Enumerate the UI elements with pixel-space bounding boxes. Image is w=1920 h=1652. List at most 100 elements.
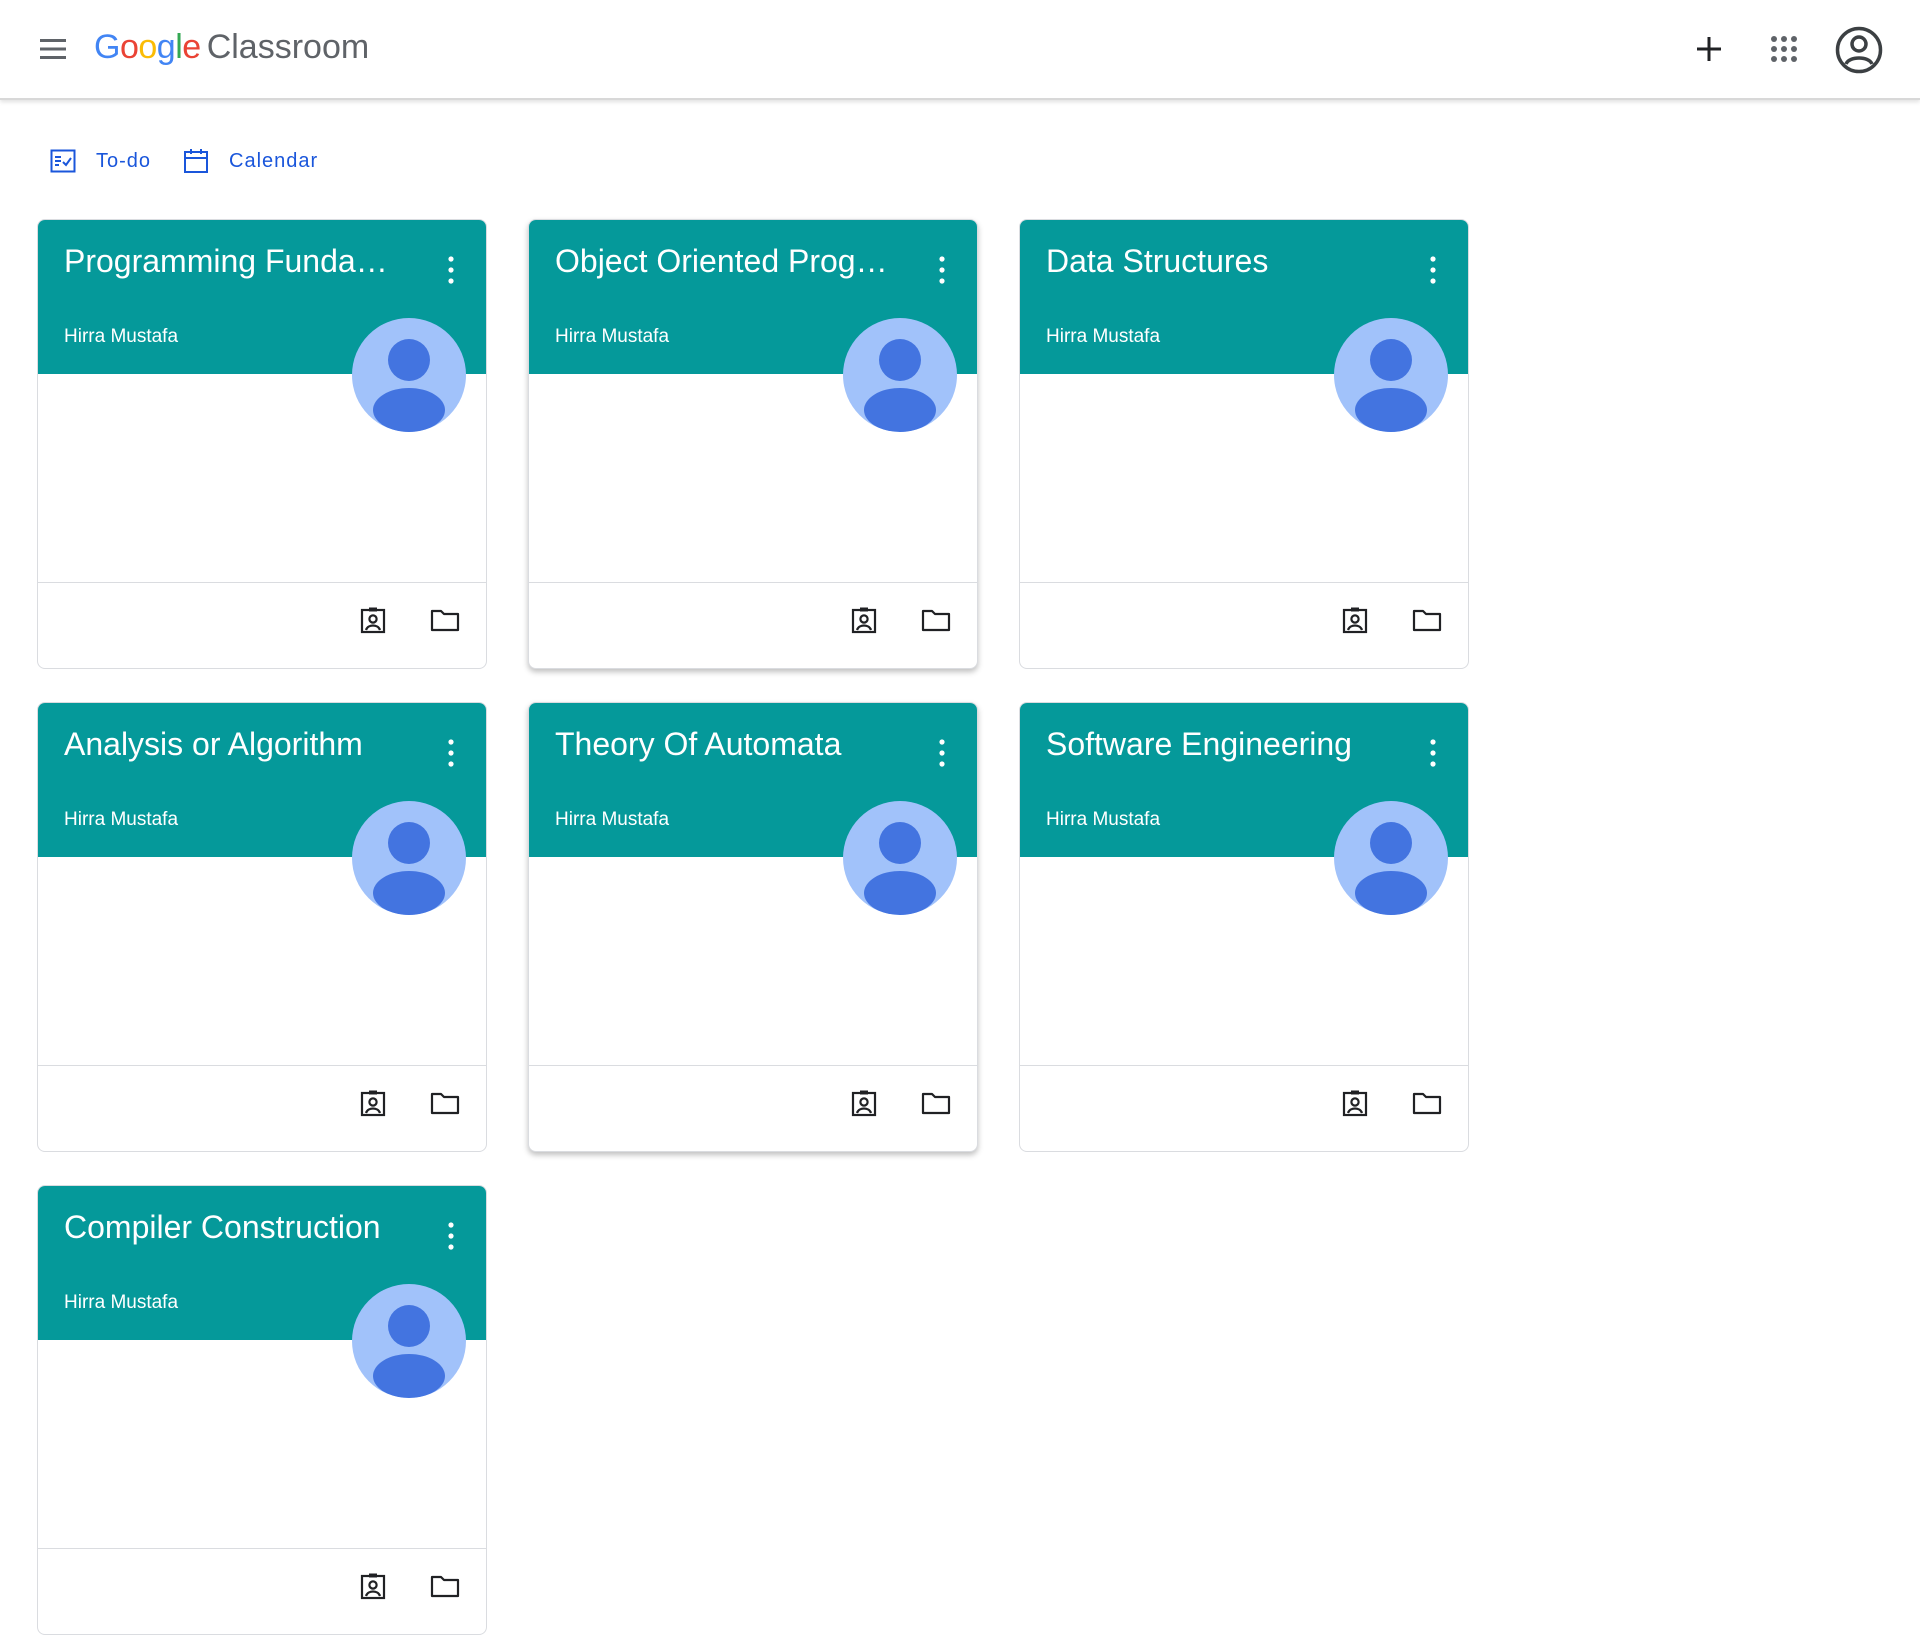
card-divider <box>529 1065 977 1066</box>
teacher-avatar <box>1334 801 1448 915</box>
class-owner[interactable]: Hirra Mustafa <box>555 326 669 348</box>
calendar-icon <box>184 149 209 173</box>
logo-letter: g <box>156 28 176 66</box>
folder-icon <box>430 609 460 632</box>
folder-icon <box>921 609 951 632</box>
calendar-label: Calendar <box>229 149 319 172</box>
class-owner[interactable]: Hirra Mustafa <box>64 809 178 831</box>
assignment-ind-icon <box>360 1573 386 1600</box>
google-apps-button[interactable] <box>1760 25 1808 73</box>
google-classroom-logo[interactable]: Google Classroom <box>94 24 369 70</box>
card-divider <box>38 1065 486 1066</box>
todo-label: To-do <box>96 149 152 172</box>
class-options-button[interactable] <box>929 733 955 773</box>
secondary-nav: To-do Calendar <box>50 146 350 176</box>
more-vert-icon <box>448 1222 454 1250</box>
open-your-work-button[interactable] <box>353 1083 393 1123</box>
class-title[interactable]: Programming Fundamentals <box>64 243 404 280</box>
class-card[interactable]: Programming Fundamentals Hirra Mustafa <box>37 219 487 669</box>
open-your-work-button[interactable] <box>1335 600 1375 640</box>
more-vert-icon <box>1430 739 1436 767</box>
todo-link[interactable]: To-do <box>50 149 151 173</box>
class-card[interactable]: Compiler Construction Hirra Mustafa <box>37 1185 487 1635</box>
class-owner[interactable]: Hirra Mustafa <box>1046 809 1160 831</box>
teacher-avatar <box>843 318 957 432</box>
class-owner[interactable]: Hirra Mustafa <box>64 326 178 348</box>
class-owner[interactable]: Hirra Mustafa <box>555 809 669 831</box>
open-your-work-button[interactable] <box>844 600 884 640</box>
class-title[interactable]: Analysis or Algorithm <box>64 726 404 763</box>
logo-letter: e <box>182 28 201 66</box>
open-class-folder-button[interactable] <box>425 1083 465 1123</box>
logo-letter: o <box>119 28 139 66</box>
class-card[interactable]: Data Structures Hirra Mustafa <box>1019 219 1469 669</box>
product-name: Classroom <box>206 28 370 66</box>
hamburger-menu-icon <box>40 39 66 59</box>
class-owner[interactable]: Hirra Mustafa <box>1046 326 1160 348</box>
account-circle-icon <box>1835 26 1883 74</box>
person-icon <box>1355 339 1427 432</box>
class-options-button[interactable] <box>929 250 955 290</box>
open-your-work-button[interactable] <box>353 1566 393 1606</box>
teacher-avatar <box>843 801 957 915</box>
folder-icon <box>921 1092 951 1115</box>
teacher-avatar <box>1334 318 1448 432</box>
card-divider <box>1020 1065 1468 1066</box>
assignment-ind-icon <box>360 1090 386 1117</box>
class-options-button[interactable] <box>438 250 464 290</box>
class-options-button[interactable] <box>438 1216 464 1256</box>
person-icon <box>373 339 445 432</box>
teacher-avatar <box>352 318 466 432</box>
class-title[interactable]: Compiler Construction <box>64 1209 404 1246</box>
apps-grid-icon <box>1771 36 1797 62</box>
class-title[interactable]: Object Oriented Programming <box>555 243 895 280</box>
class-options-button[interactable] <box>438 733 464 773</box>
create-or-join-class-button[interactable] <box>1685 25 1733 73</box>
class-card[interactable]: Software Engineering Hirra Mustafa <box>1019 702 1469 1152</box>
person-icon <box>373 1305 445 1398</box>
class-options-button[interactable] <box>1420 250 1446 290</box>
class-title[interactable]: Data Structures <box>1046 243 1386 280</box>
class-card[interactable]: Theory Of Automata Hirra Mustafa <box>528 702 978 1152</box>
card-divider <box>38 1548 486 1549</box>
open-class-folder-button[interactable] <box>425 1566 465 1606</box>
more-vert-icon <box>939 256 945 284</box>
assignment-ind-icon <box>851 1090 877 1117</box>
card-divider <box>1020 582 1468 583</box>
open-your-work-button[interactable] <box>1335 1083 1375 1123</box>
open-class-folder-button[interactable] <box>1407 600 1447 640</box>
logo-letter: o <box>138 28 157 66</box>
folder-icon <box>430 1092 460 1115</box>
class-options-button[interactable] <box>1420 733 1446 773</box>
assignment-ind-icon <box>360 607 386 634</box>
teacher-avatar <box>352 1284 466 1398</box>
class-title[interactable]: Software Engineering <box>1046 726 1386 763</box>
open-class-folder-button[interactable] <box>425 600 465 640</box>
class-card[interactable]: Object Oriented Programming Hirra Mustaf… <box>528 219 978 669</box>
open-class-folder-button[interactable] <box>916 600 956 640</box>
open-your-work-button[interactable] <box>353 600 393 640</box>
open-class-folder-button[interactable] <box>1407 1083 1447 1123</box>
more-vert-icon <box>939 739 945 767</box>
class-title[interactable]: Theory Of Automata <box>555 726 895 763</box>
class-owner[interactable]: Hirra Mustafa <box>64 1292 178 1314</box>
folder-icon <box>1412 1092 1442 1115</box>
main-menu-button[interactable] <box>34 30 72 68</box>
assignment-ind-icon <box>1342 607 1368 634</box>
card-divider <box>529 582 977 583</box>
person-icon <box>1355 822 1427 915</box>
more-vert-icon <box>448 256 454 284</box>
folder-icon <box>430 1575 460 1598</box>
google-wordmark: Google <box>94 28 201 66</box>
plus-icon <box>1697 37 1721 61</box>
assignment-ind-icon <box>1342 1090 1368 1117</box>
class-card[interactable]: Analysis or Algorithm Hirra Mustafa <box>37 702 487 1152</box>
open-your-work-button[interactable] <box>844 1083 884 1123</box>
account-button[interactable] <box>1832 23 1886 77</box>
calendar-link[interactable]: Calendar <box>183 148 318 174</box>
person-icon <box>864 339 936 432</box>
person-icon <box>373 822 445 915</box>
open-class-folder-button[interactable] <box>916 1083 956 1123</box>
logo-letter: G <box>94 28 120 66</box>
todo-checklist-icon <box>50 149 76 173</box>
